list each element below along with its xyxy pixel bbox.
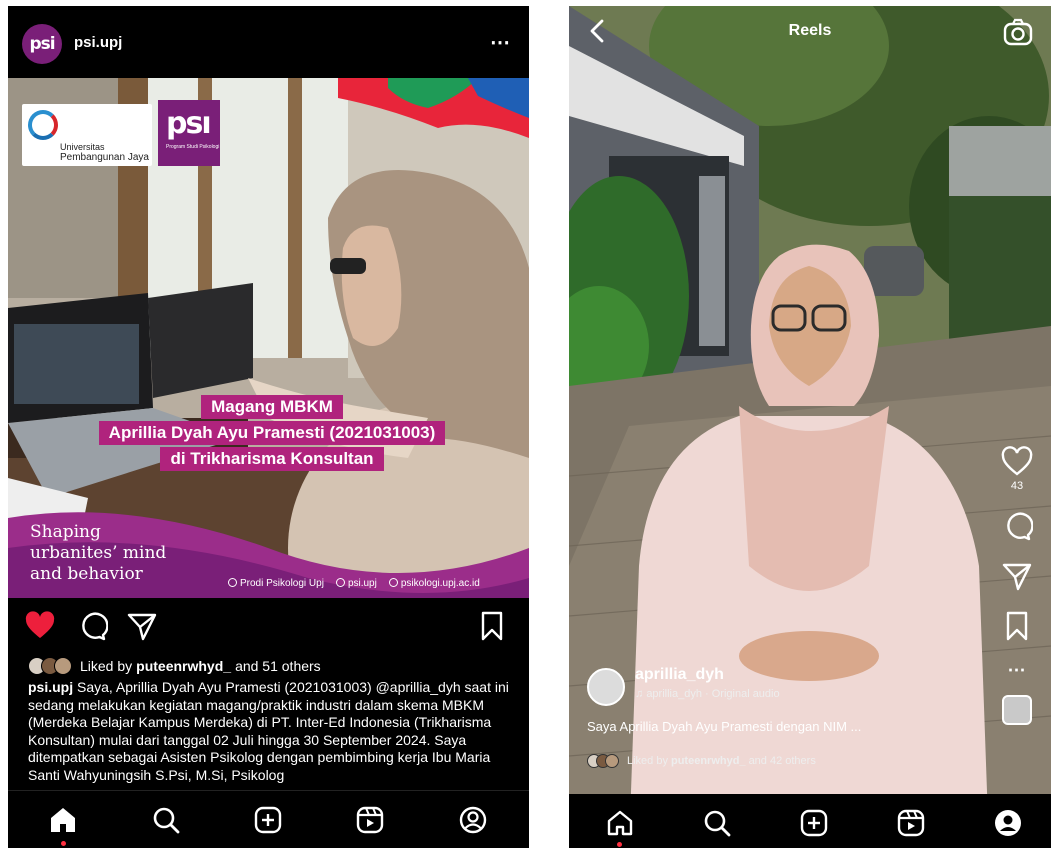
upj-logo-line1: Universitas bbox=[60, 142, 105, 152]
globe-icon bbox=[388, 578, 398, 587]
profile-icon[interactable] bbox=[458, 805, 488, 835]
more-icon[interactable]: ⋯ bbox=[997, 660, 1037, 681]
post-avatar[interactable]: psi bbox=[22, 24, 62, 64]
reels-bottom-nav bbox=[569, 794, 1051, 848]
audio-icon[interactable] bbox=[1002, 695, 1032, 725]
psi-logo-subtitle: Program Studi Psikologi bbox=[166, 144, 220, 150]
image-footer-links: Prodi Psikologi Upj psi.upj psikologi.up… bbox=[228, 578, 480, 589]
heart-filled-icon[interactable] bbox=[24, 610, 56, 642]
reel-caption[interactable]: Saya Aprillia Dyah Ayu Pramesti dengan N… bbox=[587, 719, 987, 734]
reels-icon[interactable] bbox=[355, 805, 385, 835]
liked-prefix: Liked by bbox=[80, 658, 133, 674]
reel-liked-prefix: Liked by bbox=[627, 755, 668, 767]
reel-liked-user[interactable]: puteenrwhyd_ bbox=[671, 755, 746, 767]
upj-logo-icon bbox=[28, 110, 58, 140]
profile-icon[interactable] bbox=[993, 808, 1023, 838]
heart-icon[interactable] bbox=[1001, 446, 1033, 478]
reel-author: aprillia_dyh ♫ aprillia_dyh · Original a… bbox=[587, 666, 987, 706]
banner-company: di Trikharisma Konsultan bbox=[160, 447, 384, 471]
upj-logo-line2: Pembangunan Jaya bbox=[60, 152, 149, 163]
post-header: psi psi.upj ⋯ bbox=[8, 6, 529, 78]
psi-logo: psı Program Studi Psikologi bbox=[158, 100, 220, 166]
website-link: psikologi.upj.ac.id bbox=[388, 578, 480, 589]
tagline-line2: urbanites’ mind bbox=[30, 543, 167, 563]
banner-name: Aprillia Dyah Ayu Pramesti (2021031003) bbox=[98, 421, 446, 445]
instagram-icon bbox=[335, 578, 345, 587]
share-icon[interactable] bbox=[126, 610, 158, 642]
share-icon[interactable] bbox=[1001, 560, 1033, 592]
reels-title: Reels bbox=[788, 22, 832, 39]
caption-body: Saya, Aprillia Dyah Ayu Pramesti (202103… bbox=[28, 679, 509, 783]
post-caption: psi.upj Saya, Aprillia Dyah Ayu Pramesti… bbox=[28, 679, 520, 789]
avatar[interactable] bbox=[587, 668, 625, 706]
reels-screen: Reels 43 ⋯ aprillia_dyh ♫ aprillia_dyh ·… bbox=[569, 6, 1051, 848]
screenshot-stage: psi psi.upj ⋯ Universitas Pembangunan Ja… bbox=[0, 0, 1056, 851]
like-count: 43 bbox=[1010, 480, 1024, 492]
active-tab-indicator bbox=[61, 841, 66, 846]
reels-icon[interactable] bbox=[896, 808, 926, 838]
reel-liked-suffix[interactable]: and 42 others bbox=[749, 755, 816, 767]
bookmark-icon[interactable] bbox=[476, 610, 508, 642]
home-icon[interactable] bbox=[605, 808, 635, 838]
music-note-icon: ♫ bbox=[635, 688, 647, 700]
comment-icon[interactable] bbox=[1001, 510, 1033, 542]
tagline-line3: and behavior bbox=[30, 564, 143, 584]
bookmark-icon[interactable] bbox=[1001, 610, 1033, 642]
create-icon[interactable] bbox=[799, 808, 829, 838]
reel-username[interactable]: aprillia_dyh bbox=[635, 666, 724, 684]
comment-icon[interactable] bbox=[76, 610, 108, 642]
liked-suffix[interactable]: and 51 others bbox=[235, 658, 321, 674]
banner-title: Magang MBKM bbox=[201, 395, 343, 419]
psi-logo-text: psı bbox=[166, 106, 212, 141]
reel-liked-by[interactable]: Liked by puteenrwhyd_ and 42 others bbox=[587, 754, 816, 768]
active-tab-indicator bbox=[617, 842, 622, 847]
liked-by-row[interactable]: Liked by puteenrwhyd_ and 51 others bbox=[28, 656, 321, 676]
reel-audio-label[interactable]: ♫ aprillia_dyh · Original audio bbox=[635, 688, 780, 700]
search-icon[interactable] bbox=[151, 805, 181, 835]
tagline: Shaping urbanites’ mind and behavior bbox=[30, 522, 166, 585]
bottom-nav bbox=[8, 790, 529, 848]
internship-banner: Magang MBKM Aprillia Dyah Ayu Pramesti (… bbox=[72, 394, 472, 472]
liked-user-link[interactable]: puteenrwhyd_ bbox=[136, 658, 231, 674]
more-options-icon[interactable]: ⋯ bbox=[490, 30, 511, 55]
facebook-link: Prodi Psikologi Upj bbox=[228, 578, 324, 589]
create-icon[interactable] bbox=[253, 805, 283, 835]
caption-username[interactable]: psi.upj bbox=[28, 679, 73, 695]
instagram-link: psi.upj bbox=[335, 578, 377, 589]
post-username[interactable]: psi.upj bbox=[74, 34, 122, 51]
avatar bbox=[54, 657, 72, 675]
avatar bbox=[605, 754, 619, 768]
upj-logo: Universitas Pembangunan Jaya bbox=[22, 104, 152, 166]
reel-liked-avatars bbox=[587, 754, 619, 768]
post-screen: psi psi.upj ⋯ Universitas Pembangunan Ja… bbox=[8, 6, 529, 848]
post-image[interactable]: Universitas Pembangunan Jaya psı Program… bbox=[8, 78, 529, 598]
post-action-row bbox=[8, 606, 529, 650]
liked-avatars bbox=[28, 657, 72, 675]
home-icon[interactable] bbox=[48, 805, 78, 835]
tagline-line1: Shaping bbox=[30, 522, 101, 542]
camera-icon[interactable] bbox=[1003, 18, 1033, 46]
facebook-icon bbox=[228, 578, 237, 587]
reel-side-actions: 43 ⋯ bbox=[997, 446, 1037, 725]
search-icon[interactable] bbox=[702, 808, 732, 838]
